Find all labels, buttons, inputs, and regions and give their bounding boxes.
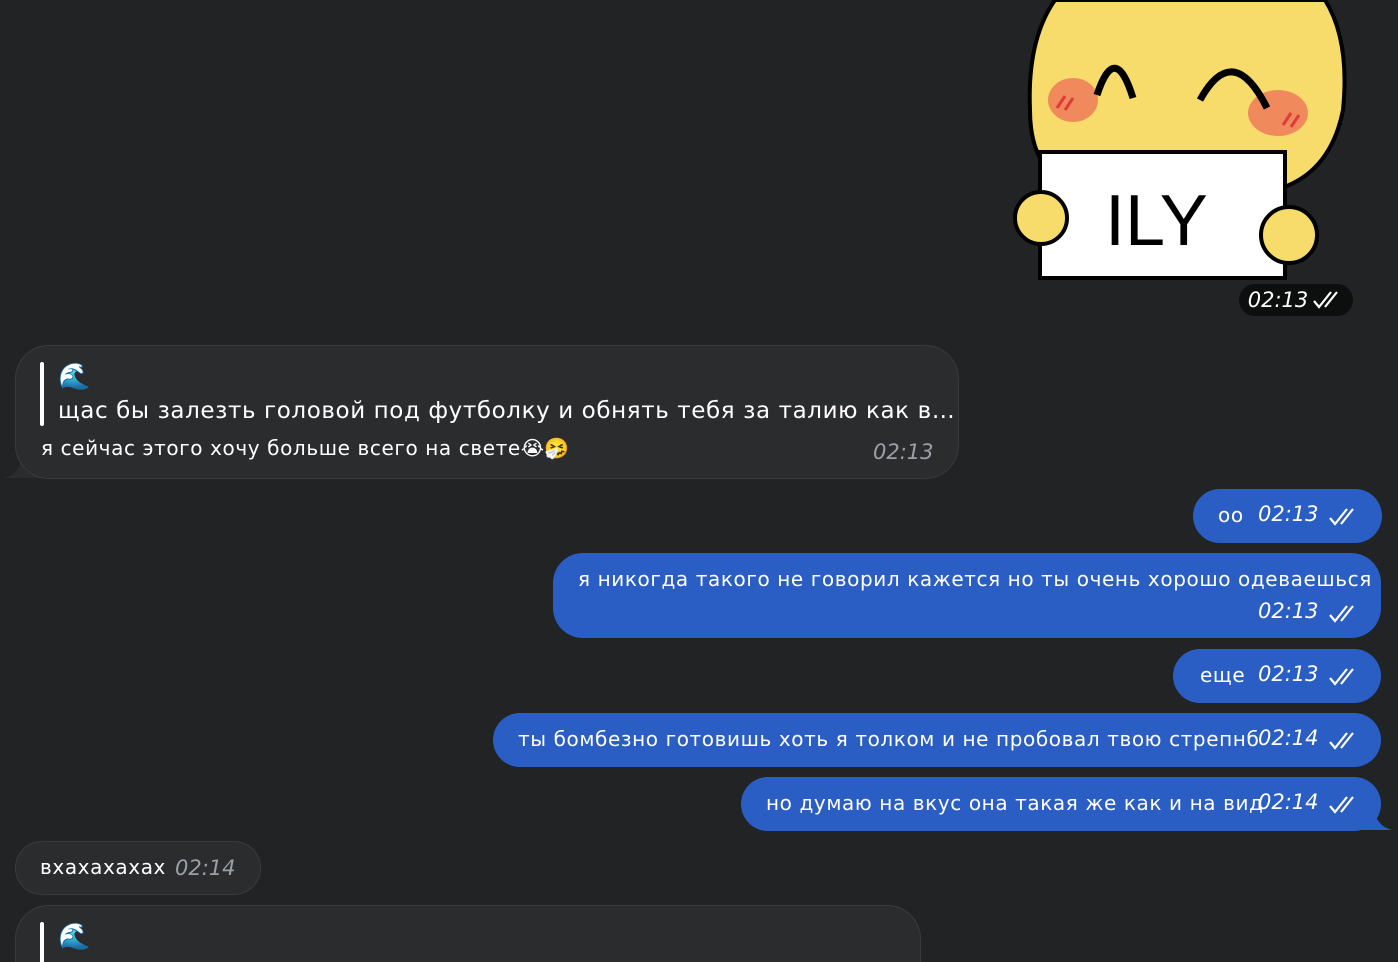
outgoing-message[interactable]: я никогда такого не говорил кажется но т… (553, 553, 1381, 638)
outgoing-message[interactable]: еще 02:13 (1173, 649, 1381, 703)
double-check-icon (1328, 795, 1354, 814)
double-check-icon (1328, 731, 1354, 750)
double-check-icon (1313, 291, 1339, 309)
sticker-ily[interactable]: ILY (1005, 0, 1350, 285)
incoming-message-reply[interactable]: 🌊 (15, 905, 921, 962)
outgoing-message[interactable]: ты бомбезно готовишь хоть я толком и не … (493, 713, 1381, 767)
chat-history: ILY 02:13 🌊 щас бы залезть головой под ф… (0, 0, 1398, 962)
double-check-icon (1328, 507, 1354, 526)
sticker-text: ILY (1105, 181, 1208, 261)
message-text: оо (1218, 503, 1244, 527)
reply-quote-bar (40, 362, 44, 426)
message-text: но думаю на вкус она такая же как и на в… (766, 791, 1264, 815)
double-check-icon (1328, 604, 1354, 623)
outgoing-message[interactable]: оо 02:13 (1193, 489, 1382, 543)
wave-emoji-icon: 🌊 (58, 362, 91, 392)
message-text: я никогда такого не говорил кажется но т… (578, 567, 1372, 591)
double-check-icon (1328, 667, 1354, 686)
reply-quote-bar (40, 922, 44, 962)
outgoing-message[interactable]: но думаю на вкус она такая же как и на в… (741, 777, 1381, 831)
incoming-message-reply[interactable]: 🌊 щас бы залезть головой под футболку и … (15, 345, 959, 479)
message-time: 02:14 (1258, 790, 1319, 814)
message-meta: 02:14 (1258, 790, 1360, 815)
sticker-timestamp: 02:13 (1239, 284, 1353, 316)
message-row: я сейчас этого хочу больше всего на свет… (41, 436, 569, 460)
message-time: 02:13 (1258, 599, 1319, 623)
sticker-ily-icon: ILY (1013, 0, 1347, 280)
message-text: я сейчас этого хочу больше всего на свет… (41, 436, 521, 460)
message-meta: 02:13 (1258, 599, 1360, 624)
message-time: 02:14 (175, 856, 236, 880)
message-text: ты бомбезно готовишь хоть я толком и не … (518, 727, 1260, 751)
message-text: еще (1200, 663, 1246, 687)
message-meta: 02:13 (1258, 662, 1360, 687)
emoji-crying-sneezing: 😭🤧 (520, 436, 570, 460)
message-time: 02:14 (1258, 726, 1319, 750)
message-time: 02:13 (873, 440, 934, 464)
incoming-message[interactable]: вхахахахах 02:14 (15, 841, 261, 895)
message-time: 02:13 (1258, 502, 1319, 526)
message-meta: 02:14 (1258, 726, 1360, 751)
message-time: 02:13 (1258, 662, 1319, 686)
sticker-time: 02:13 (1247, 288, 1309, 312)
wave-emoji-icon: 🌊 (58, 922, 91, 952)
message-text: вхахахахах (40, 855, 166, 879)
reply-text[interactable]: щас бы залезть головой под футболку и об… (58, 398, 955, 424)
message-meta: 02:13 (1258, 502, 1360, 527)
